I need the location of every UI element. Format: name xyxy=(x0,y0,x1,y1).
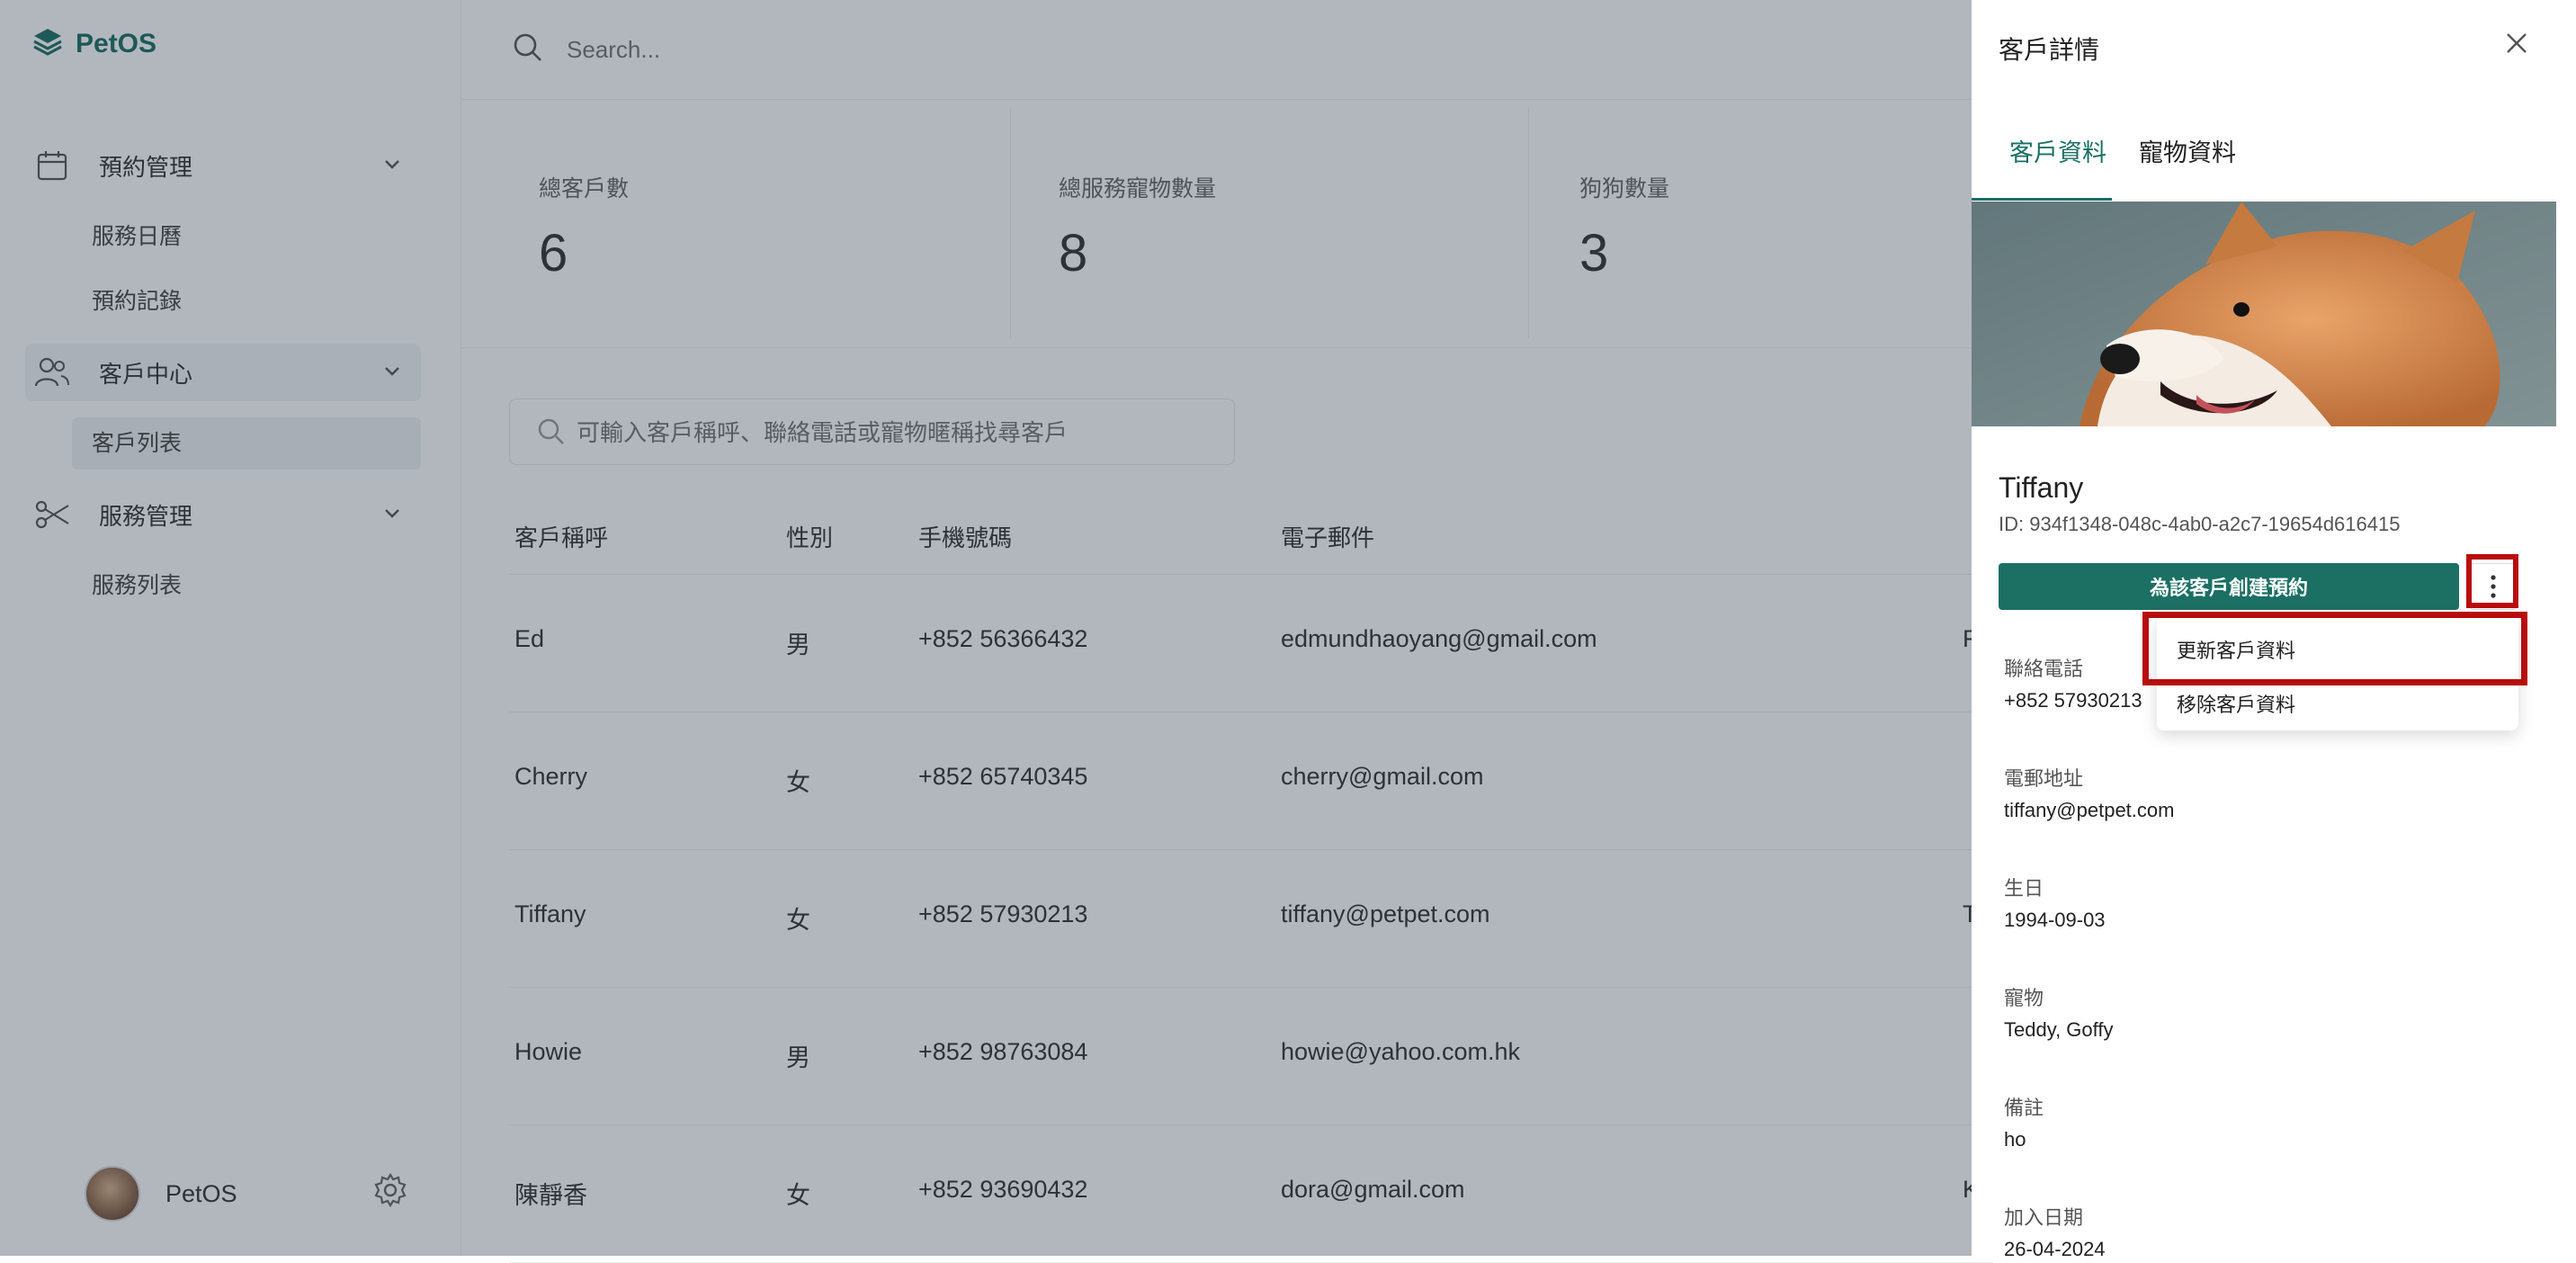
field-label-pets: 寵物 xyxy=(2004,987,2044,1009)
tab-customer-info[interactable]: 客戶資料 xyxy=(2009,133,2106,168)
drawer-scrollbar[interactable] xyxy=(2556,0,2576,1256)
field-value-join-date: 26-04-2024 xyxy=(2004,1238,2106,1260)
app-root: PetOS 預約管理 服務日曆 預約記錄 客戶中心 客戶列表 服務管理 服務列表… xyxy=(0,0,2576,1263)
field-label-join-date: 加入日期 xyxy=(2004,1206,2084,1229)
field-label-birthday: 生日 xyxy=(2004,877,2044,900)
field-label-phone: 聯絡電話 xyxy=(2004,658,2084,680)
drawer-title: 客戶詳情 xyxy=(1999,36,2100,64)
modal-overlay[interactable] xyxy=(0,0,1972,1256)
close-icon[interactable] xyxy=(2504,31,2529,60)
field-label-notes: 備註 xyxy=(2004,1097,2044,1119)
customer-name: Tiffany xyxy=(1999,471,2084,504)
field-value-phone: +852 57930213 xyxy=(2004,689,2142,712)
highlight-box xyxy=(2142,612,2527,685)
customer-photo xyxy=(1972,202,2556,426)
field-label-email: 電郵地址 xyxy=(2004,767,2084,790)
field-value-notes: ho xyxy=(2004,1128,2026,1151)
field-value-birthday: 1994-09-03 xyxy=(2004,909,2106,931)
customer-detail-drawer: 客戶詳情 客戶資料 寵物資料 Tiffany ID: 934f1348-048c… xyxy=(1972,0,2556,1260)
field-value-pets: Teddy, Goffy xyxy=(2004,1018,2114,1041)
tab-pet-info[interactable]: 寵物資料 xyxy=(2139,133,2236,168)
create-booking-button[interactable]: 為該客戶創建預約 xyxy=(1999,563,2459,610)
menu-item-remove-customer[interactable]: 移除客戶資料 xyxy=(2177,689,2295,718)
highlight-box xyxy=(2466,554,2518,608)
field-value-email: tiffany@petpet.com xyxy=(2004,799,2175,821)
tab-active-indicator xyxy=(1972,198,2112,201)
customer-id: ID: 934f1348-048c-4ab0-a2c7-19654d616415 xyxy=(1999,513,2401,535)
